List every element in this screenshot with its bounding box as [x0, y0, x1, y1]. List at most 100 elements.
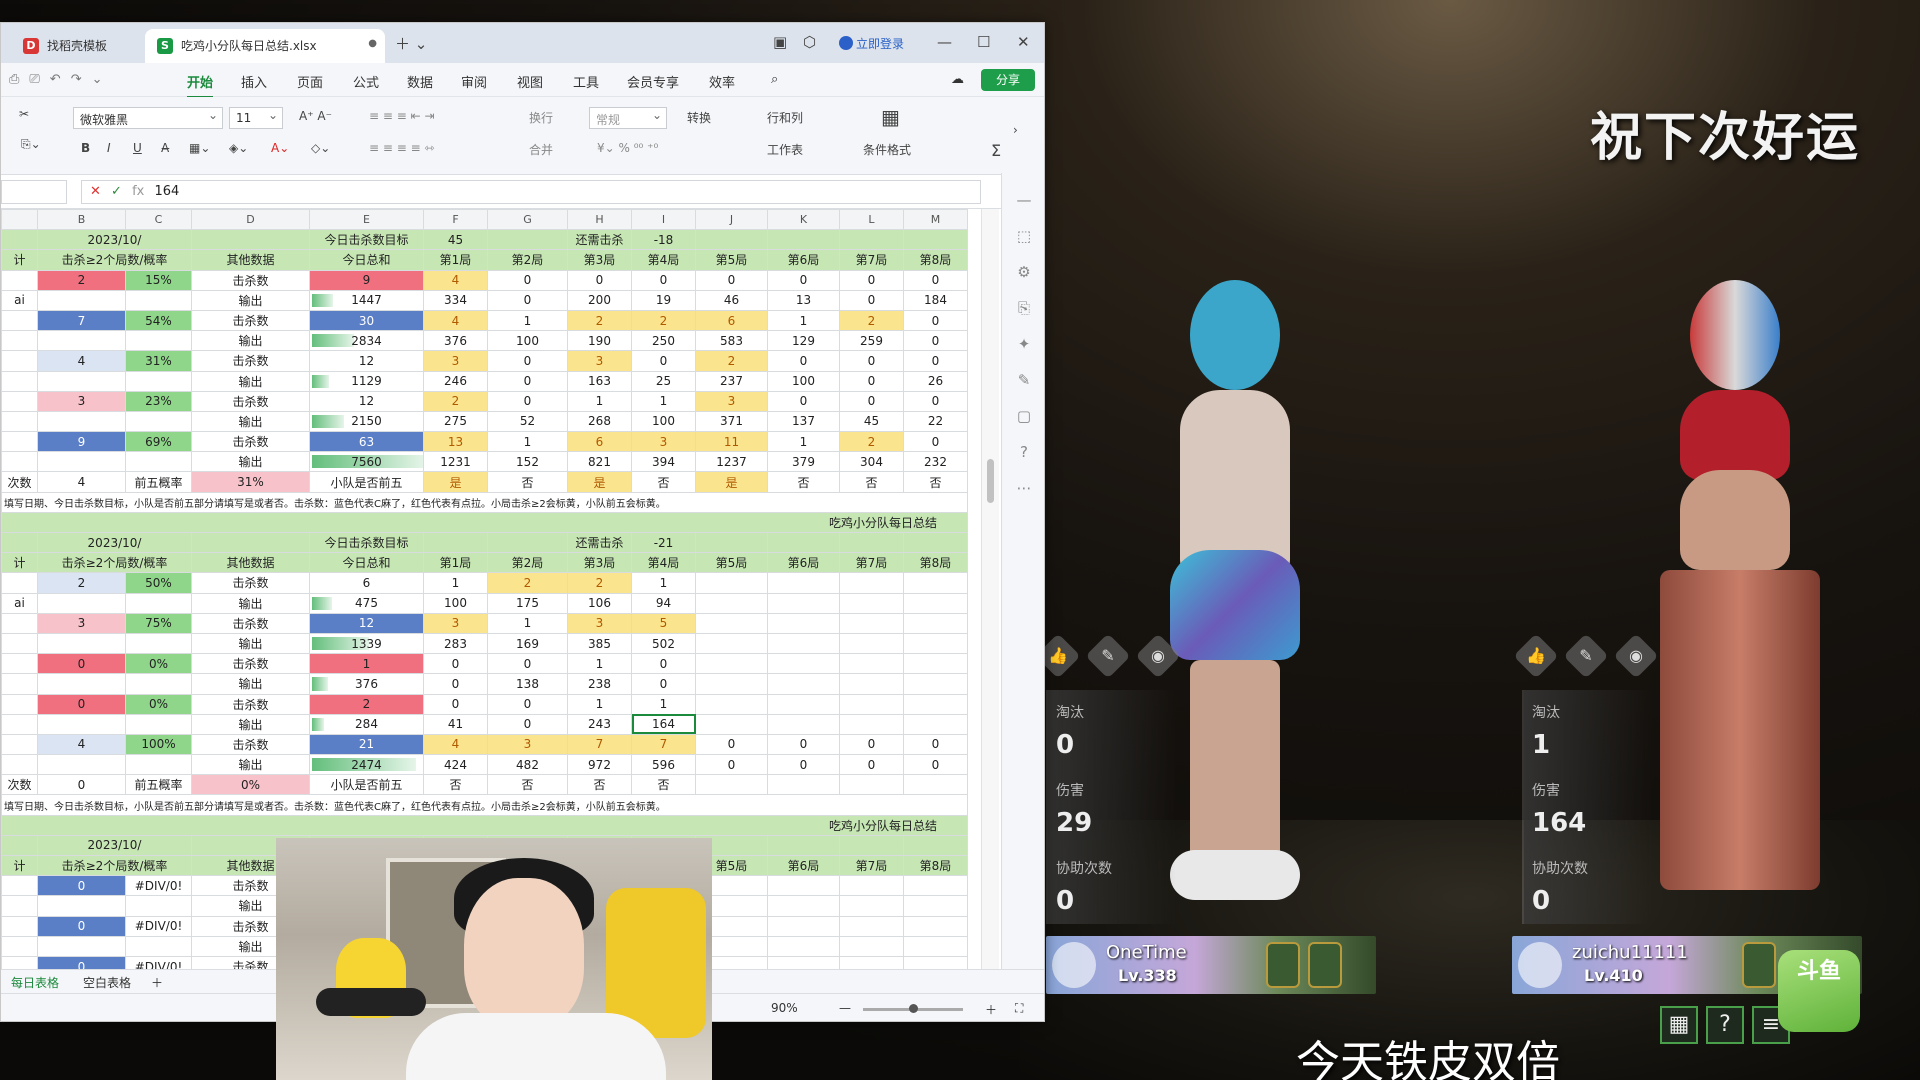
cell[interactable]: 3	[487, 733, 568, 756]
cell[interactable]: 13	[423, 431, 488, 453]
cell[interactable]: 7	[567, 733, 632, 756]
col-header[interactable]: B	[37, 209, 126, 231]
cell[interactable]: 41	[423, 713, 488, 735]
cell[interactable]: 100	[631, 410, 696, 433]
cut-icon[interactable]: ✂	[19, 107, 29, 121]
cell[interactable]: 0	[487, 370, 568, 392]
row-header[interactable]: 计	[1, 854, 38, 877]
col-header[interactable]: H	[567, 209, 632, 231]
underline-icon[interactable]: U	[133, 141, 142, 155]
cell[interactable]: 否	[839, 471, 904, 493]
cell[interactable]: 12	[309, 390, 424, 412]
cell[interactable]: 3	[423, 350, 488, 372]
cell[interactable]: 第4局	[631, 552, 696, 574]
cell[interactable]: 13	[767, 289, 840, 311]
cell[interactable]: 246	[423, 370, 488, 392]
cell[interactable]: 275	[423, 410, 488, 433]
italic-icon[interactable]: I	[107, 141, 111, 155]
cell[interactable]: 0	[839, 733, 904, 756]
cell[interactable]	[903, 774, 968, 796]
cell[interactable]: 其他数据	[191, 249, 310, 271]
font-grow-icon[interactable]: A⁺ A⁻	[299, 109, 332, 123]
cell[interactable]: 第5局	[695, 249, 768, 271]
cell[interactable]: 23%	[125, 390, 192, 412]
col-header[interactable]: C	[125, 209, 192, 231]
cell[interactable]: 3	[567, 350, 632, 372]
cell[interactable]: 163	[567, 370, 632, 392]
cell[interactable]: 0	[767, 754, 840, 776]
cell[interactable]: 第2局	[487, 249, 568, 271]
bold-icon[interactable]: B	[81, 141, 90, 155]
cell[interactable]: 164	[631, 713, 696, 735]
cell[interactable]	[767, 531, 840, 554]
cell[interactable]: 0	[487, 693, 568, 715]
cell[interactable]: 45	[839, 410, 904, 433]
cell[interactable]: 0	[903, 733, 968, 756]
cell[interactable]: 第4局	[631, 249, 696, 271]
cell[interactable]: 45	[423, 229, 488, 251]
layout-icon[interactable]: ▣	[773, 33, 787, 51]
cell[interactable]: 5	[631, 612, 696, 634]
cell[interactable]: 0	[37, 653, 126, 675]
cell[interactable]: 3	[695, 390, 768, 412]
cell[interactable]	[125, 935, 192, 957]
cell-total[interactable]: 1447	[309, 289, 424, 311]
profile-icon[interactable]: ▦	[1660, 1006, 1698, 1044]
row-header[interactable]	[1, 531, 38, 554]
search-icon[interactable]: ⌕	[771, 72, 778, 87]
cell[interactable]: 3	[567, 612, 632, 634]
cursor-icon[interactable]: ✎	[1085, 633, 1131, 679]
cell[interactable]	[903, 915, 968, 937]
cell[interactable]: 击杀≥2个局数/概率	[37, 552, 192, 574]
date-cell[interactable]: 2023/10/	[37, 229, 192, 251]
cell[interactable]	[903, 653, 968, 675]
cell[interactable]: 137	[767, 410, 840, 433]
cell[interactable]: 175	[487, 592, 568, 614]
fx-icon[interactable]: fx	[132, 184, 144, 199]
cell[interactable]: 今日击杀数目标	[309, 531, 424, 554]
cell[interactable]: 371	[695, 410, 768, 433]
cell[interactable]: 击杀数	[191, 733, 310, 756]
row-label[interactable]	[1, 733, 38, 756]
cell[interactable]	[839, 774, 904, 796]
date-cell[interactable]: 2023/10/	[37, 834, 192, 857]
row-label[interactable]	[1, 713, 38, 735]
cell[interactable]	[37, 754, 126, 776]
row-label[interactable]	[1, 895, 38, 917]
cell[interactable]: 是	[695, 471, 768, 493]
cell[interactable]: 12	[309, 350, 424, 372]
cell[interactable]: 0	[767, 350, 840, 372]
wrap-button[interactable]: 换行	[529, 109, 553, 126]
cell[interactable]: 0	[487, 653, 568, 675]
cell[interactable]	[767, 673, 840, 695]
cell[interactable]: 1	[767, 431, 840, 453]
row-label[interactable]: ai	[1, 592, 38, 614]
cell[interactable]: 0%	[125, 693, 192, 715]
collapse-icon[interactable]: —	[1002, 191, 1044, 209]
row-label[interactable]	[1, 451, 38, 473]
cell[interactable]	[767, 612, 840, 634]
cell[interactable]	[487, 531, 568, 554]
cell[interactable]: 63	[309, 431, 424, 453]
cell[interactable]: 输出	[191, 673, 310, 695]
cell[interactable]: 0	[903, 431, 968, 453]
cell[interactable]: 0	[487, 350, 568, 372]
cell[interactable]	[695, 673, 768, 695]
ribbon-scroll-icon[interactable]: ›	[1013, 123, 1018, 137]
row-label[interactable]	[1, 875, 38, 897]
cell-total[interactable]: 475	[309, 592, 424, 614]
row-label[interactable]	[1, 632, 38, 655]
strike-icon[interactable]: A̶	[161, 141, 169, 155]
col-header[interactable]: L	[839, 209, 904, 231]
cell[interactable]: 232	[903, 451, 968, 473]
cell[interactable]: 0	[767, 390, 840, 412]
cursor-icon[interactable]: ✎	[1563, 633, 1609, 679]
font-select[interactable]: 微软雅黑	[73, 107, 223, 129]
cell[interactable]	[695, 713, 768, 735]
cell[interactable]	[903, 875, 968, 897]
cell[interactable]: 第3局	[567, 552, 632, 574]
select-icon[interactable]: ⬚	[1002, 227, 1044, 245]
cell[interactable]: 输出	[191, 632, 310, 655]
cell[interactable]: 30	[309, 309, 424, 332]
close-tab-icon[interactable]: ●	[368, 38, 377, 49]
